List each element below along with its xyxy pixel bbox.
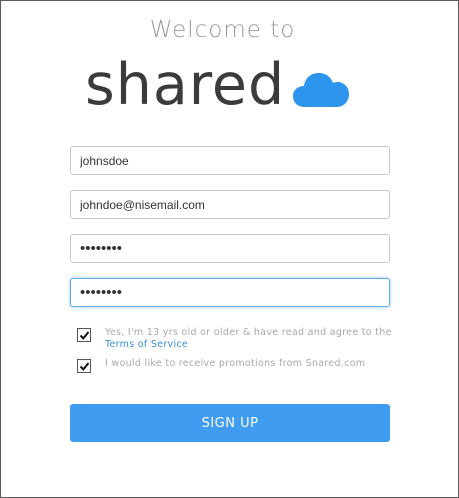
terms-checkbox[interactable] (77, 328, 91, 342)
sign-up-button[interactable]: SIGN UP (70, 404, 390, 442)
logo-wordmark: shared (85, 52, 286, 118)
checkmark-icon (79, 330, 89, 340)
terms-label: Yes, I'm 13 yrs old or older & have read… (105, 327, 397, 351)
confirm-password-field[interactable] (70, 278, 390, 307)
welcome-heading: Welcome to (149, 17, 296, 43)
checkmark-icon (79, 361, 89, 371)
email-field[interactable] (70, 190, 390, 219)
promotions-checkbox[interactable] (77, 359, 91, 373)
cloud-icon (293, 73, 350, 107)
promotions-label: I would like to receive promotions from … (105, 358, 366, 369)
shared-logo: shared (85, 51, 350, 118)
promotions-row: I would like to receive promotions from … (77, 358, 397, 373)
terms-of-service-link[interactable]: Terms of Service (105, 339, 188, 350)
sign-up-label: SIGN UP (201, 415, 259, 431)
username-field[interactable] (70, 146, 390, 175)
terms-agreement-row: Yes, I'm 13 yrs old or older & have read… (77, 327, 397, 351)
terms-text: Yes, I'm 13 yrs old or older & have read… (105, 327, 392, 338)
signup-window: Welcome to shared Yes, I'm 13 yrs old or… (0, 0, 459, 498)
password-field[interactable] (70, 234, 390, 263)
